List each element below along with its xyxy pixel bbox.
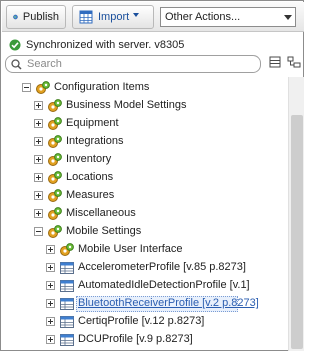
gears-icon <box>48 189 62 202</box>
gears-icon <box>48 135 62 148</box>
other-actions-value: Other Actions... <box>165 11 241 23</box>
gears-icon <box>48 117 62 130</box>
configuration-panel: Publish Import Other Actions... Synchron… <box>0 0 304 351</box>
tree-node-bluetooth-receiver-profile[interactable]: BluetoothReceiverProfile [v.2 p.8273] <box>2 295 287 313</box>
tree-node-measures[interactable]: Measures <box>2 187 287 205</box>
profile-table-icon <box>60 280 74 292</box>
gears-icon <box>48 99 62 112</box>
gears-icon <box>48 153 62 166</box>
tree-node-label: Mobile Settings <box>66 225 142 237</box>
tree-node-label: AccelerometerProfile [v.85 p.8273] <box>78 261 246 273</box>
expand-toggle-icon[interactable] <box>34 173 43 182</box>
expand-toggle-icon[interactable] <box>46 299 55 308</box>
collapse-toggle-icon[interactable] <box>34 227 43 236</box>
expand-toggle-icon[interactable] <box>34 101 43 110</box>
chevron-down-icon <box>133 13 140 17</box>
tree-node-certiq-profile[interactable]: CertiqProfile [v.12 p.8273] <box>2 313 287 331</box>
collapse-all-icon[interactable] <box>269 56 281 68</box>
tree-node-business-model-settings[interactable]: Business Model Settings <box>2 97 287 115</box>
expand-toggle-icon[interactable] <box>34 119 43 128</box>
profile-table-icon <box>60 316 74 328</box>
gears-icon <box>60 243 74 256</box>
publish-button[interactable]: Publish <box>6 5 66 29</box>
tree-node-equipment[interactable]: Equipment <box>2 115 287 133</box>
globe-icon <box>13 14 18 20</box>
tree-tools <box>269 56 301 68</box>
expand-toggle-icon[interactable] <box>34 209 43 218</box>
tree-node-inventory[interactable]: Inventory <box>2 151 287 169</box>
tree-node-integrations[interactable]: Integrations <box>2 133 287 151</box>
expand-toggle-icon[interactable] <box>46 263 55 272</box>
sync-status-text: Synchronized with server. v8305 <box>26 39 185 51</box>
tree-node-miscellaneous[interactable]: Miscellaneous <box>2 205 287 223</box>
expand-tree-icon[interactable] <box>287 56 301 68</box>
tree-node-mobile-settings[interactable]: Mobile Settings <box>2 223 287 241</box>
tree-node-label: CertiqProfile [v.12 p.8273] <box>78 315 205 327</box>
table-icon <box>79 10 93 24</box>
toolbar: Publish Import Other Actions... <box>2 2 304 32</box>
sync-status: Synchronized with server. v8305 <box>9 37 184 53</box>
profile-table-icon <box>60 262 74 274</box>
gears-icon <box>48 207 62 220</box>
tree-node-label: Equipment <box>66 117 119 129</box>
search-box <box>5 55 261 73</box>
gears-icon <box>36 81 50 94</box>
tree-node-label: Configuration Items <box>54 81 150 93</box>
tree-node-locations[interactable]: Locations <box>2 169 287 187</box>
tree-scrollbar[interactable] <box>288 77 304 351</box>
tree-node-accelerometer-profile[interactable]: AccelerometerProfile [v.85 p.8273] <box>2 259 287 277</box>
expand-toggle-icon[interactable] <box>34 191 43 200</box>
configuration-tree: Configuration Items Business Model Setti… <box>2 77 287 351</box>
tree-node-mobile-user-interface[interactable]: Mobile User Interface <box>2 241 287 259</box>
expand-toggle-icon[interactable] <box>34 137 43 146</box>
expand-toggle-icon[interactable] <box>46 335 55 344</box>
other-actions-select[interactable]: Other Actions... <box>160 7 296 27</box>
search-input[interactable] <box>27 57 252 71</box>
check-circle-icon <box>9 39 21 51</box>
tree-node-label: Integrations <box>66 135 124 147</box>
tree-node-label: Miscellaneous <box>66 207 136 219</box>
profile-table-icon <box>60 298 74 310</box>
tree-node-configuration-items[interactable]: Configuration Items <box>2 79 287 97</box>
profile-table-icon <box>60 334 74 346</box>
dropdown-arrow-icon <box>284 15 292 20</box>
gears-icon <box>48 171 62 184</box>
expand-toggle-icon[interactable] <box>34 155 43 164</box>
expand-toggle-icon[interactable] <box>46 317 55 326</box>
publish-label: Publish <box>22 11 59 23</box>
gears-icon <box>48 225 62 238</box>
tree-node-label[interactable]: BluetoothReceiverProfile [v.2 p.8273] <box>78 297 259 309</box>
tree-node-label: Measures <box>66 189 115 201</box>
tree-node-label: Locations <box>66 171 114 183</box>
import-label: Import <box>98 11 130 23</box>
tree-node-dcu-profile[interactable]: DCUProfile [v.9 p.8273] <box>2 331 287 349</box>
tree-node-automated-idle-detection-profile[interactable]: AutomatedIdleDetectionProfile [v.1] <box>2 277 287 295</box>
tree-node-label: DCUProfile [v.9 p.8273] <box>78 333 193 345</box>
tree-node-label: Mobile User Interface <box>78 243 183 255</box>
expand-toggle-icon[interactable] <box>46 281 55 290</box>
tree-node-label: Business Model Settings <box>66 99 187 111</box>
scrollbar-thumb[interactable] <box>291 115 303 349</box>
search-icon <box>11 59 22 70</box>
tree-node-label: Inventory <box>66 153 112 165</box>
tree-node-label: AutomatedIdleDetectionProfile [v.1] <box>78 279 250 291</box>
collapse-toggle-icon[interactable] <box>22 83 31 92</box>
import-button[interactable]: Import <box>72 5 154 29</box>
expand-toggle-icon[interactable] <box>46 245 55 254</box>
